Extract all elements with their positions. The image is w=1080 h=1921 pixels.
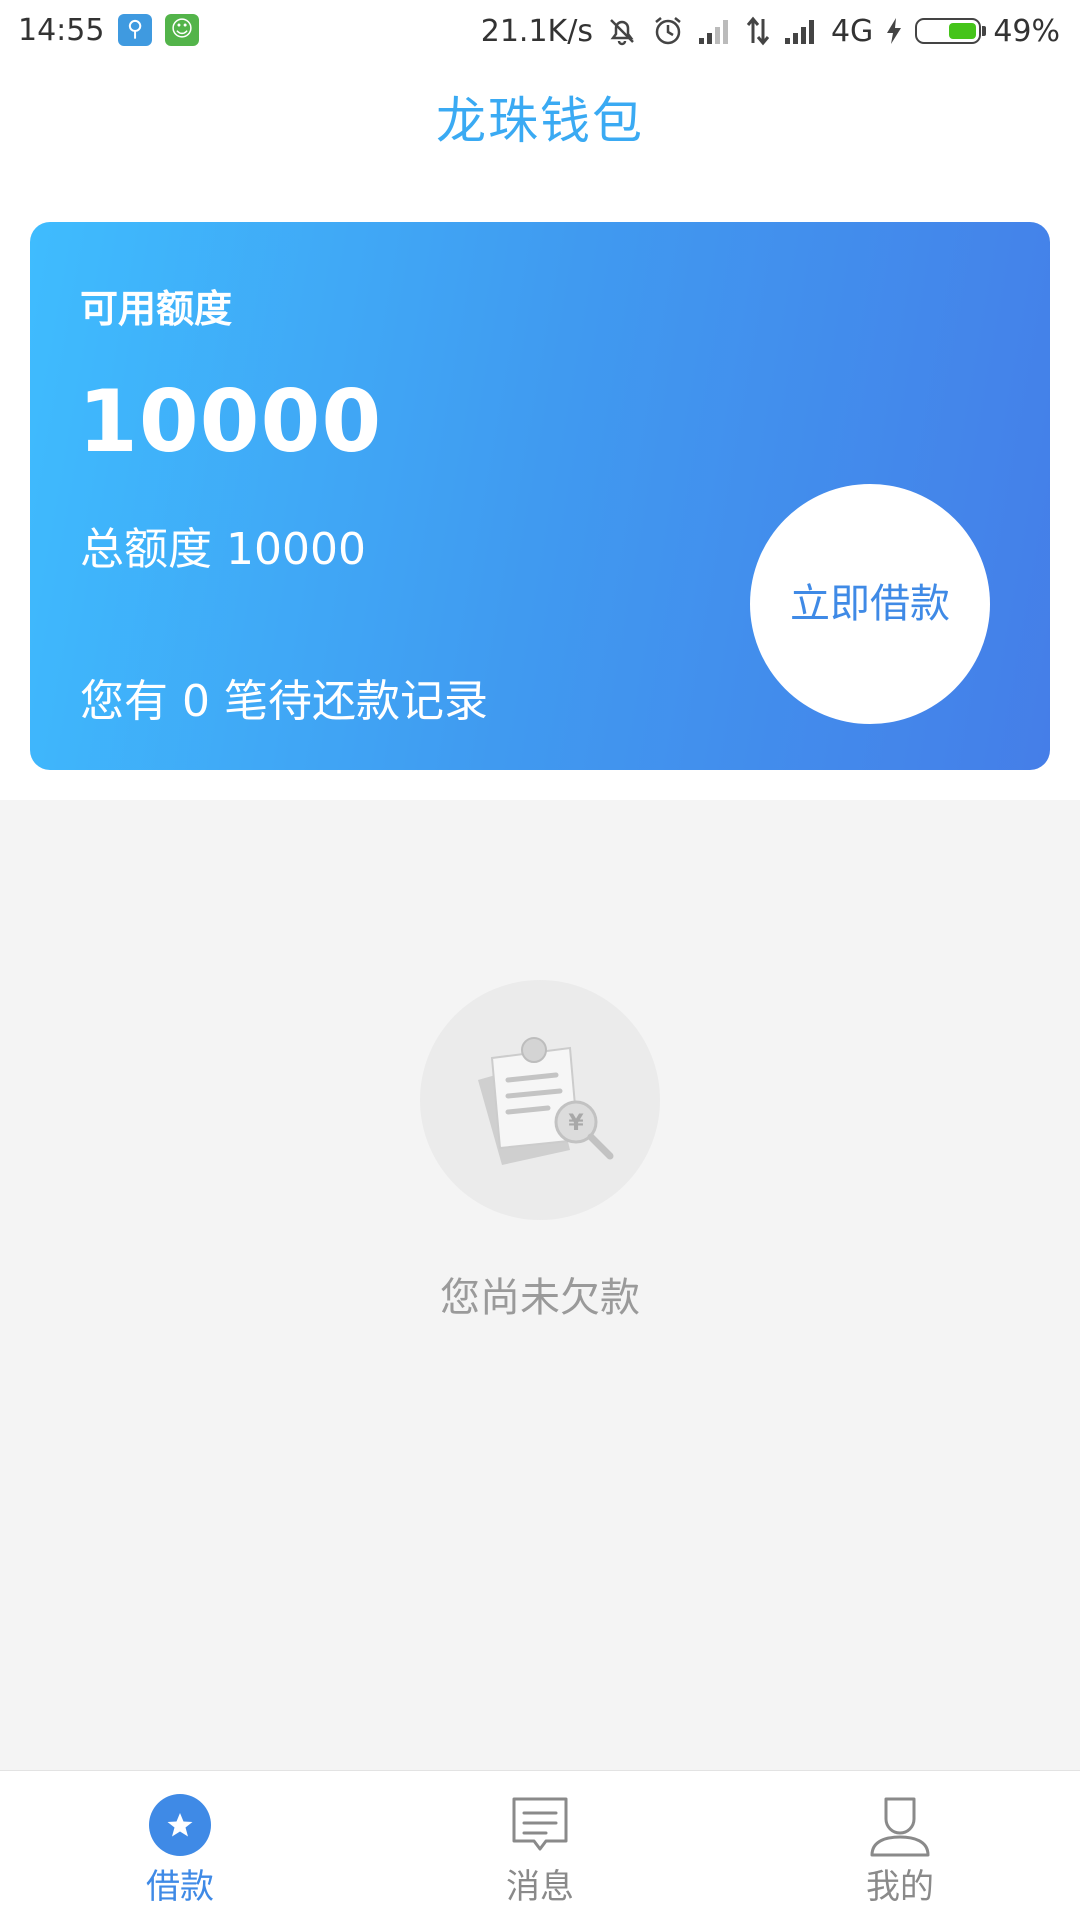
status-time: 14:55 bbox=[18, 13, 105, 48]
pending-repayment-records[interactable]: 您有 0 笔待还款记录 bbox=[80, 674, 488, 730]
credit-card: 可用额度 10000 总额度 10000 您有 0 笔待还款记录 立即借款 bbox=[30, 222, 1050, 770]
data-transfer-icon bbox=[745, 15, 771, 47]
battery-fill bbox=[949, 23, 977, 39]
bottom-nav: 借款 消息 我的 bbox=[0, 1770, 1080, 1920]
empty-state-area: ¥ 您尚未欠款 bbox=[0, 800, 1080, 1770]
charging-icon bbox=[885, 16, 903, 46]
total-credit: 总额度 10000 bbox=[80, 524, 366, 575]
tab-borrow[interactable]: 借款 bbox=[0, 1771, 360, 1921]
empty-state-message: 您尚未欠款 bbox=[440, 1275, 640, 1321]
tab-messages[interactable]: 消息 bbox=[360, 1771, 720, 1921]
tab-mine[interactable]: 我的 bbox=[720, 1771, 1080, 1921]
tab-messages-label: 消息 bbox=[506, 1867, 574, 1907]
borrow-now-button[interactable]: 立即借款 bbox=[750, 484, 990, 724]
alarm-icon bbox=[651, 14, 685, 48]
page-title: 龙珠钱包 bbox=[436, 92, 644, 150]
available-credit-label: 可用额度 bbox=[80, 287, 233, 331]
user-icon bbox=[868, 1793, 932, 1857]
star-icon bbox=[148, 1793, 212, 1857]
message-icon bbox=[508, 1793, 572, 1857]
network-type: 4G bbox=[830, 13, 874, 49]
available-credit-amount: 10000 bbox=[78, 372, 383, 472]
signal-icon bbox=[783, 16, 819, 46]
mute-icon bbox=[605, 14, 639, 48]
net-speed: 21.1K/s bbox=[480, 13, 593, 49]
battery-percent: 49% bbox=[993, 13, 1060, 49]
svg-text:¥: ¥ bbox=[568, 1111, 584, 1136]
status-icons: 21.1K/s 4G 49% bbox=[481, 12, 1060, 50]
battery-icon bbox=[915, 18, 987, 44]
tab-borrow-label: 借款 bbox=[146, 1867, 214, 1907]
receipt-search-icon: ¥ bbox=[420, 980, 660, 1220]
usb-icon: ⚲ bbox=[118, 14, 152, 46]
robot-icon: ☺ bbox=[165, 14, 199, 46]
status-bar: 14:55 ⚲ ☺ 21.1K/s 4G 49% bbox=[0, 0, 1080, 62]
signal-icon bbox=[697, 16, 733, 46]
tab-mine-label: 我的 bbox=[866, 1867, 934, 1907]
